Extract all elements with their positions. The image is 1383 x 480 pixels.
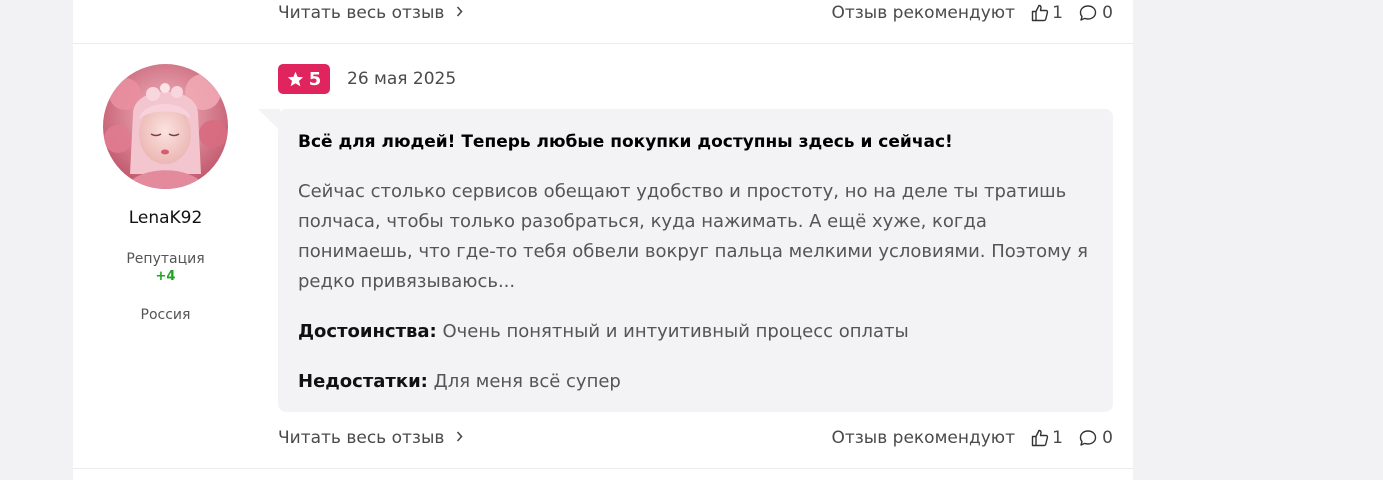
review-date: 26 мая 2025 xyxy=(347,69,457,89)
pros: Достоинства: Очень понятный и интуитивны… xyxy=(298,317,1093,347)
comment-icon xyxy=(1079,430,1097,446)
chevron-right-icon xyxy=(456,6,463,17)
divider xyxy=(73,468,1133,469)
read-more-link[interactable]: Читать весь отзыв xyxy=(278,0,463,26)
rating-badge: 5 xyxy=(278,64,330,94)
bubble-tail xyxy=(258,109,280,131)
user-avatar[interactable] xyxy=(103,64,228,189)
recommend-label: Отзыв рекомендуют xyxy=(831,3,1015,23)
cons: Недостатки: Для меня всё супер xyxy=(298,367,1093,397)
divider xyxy=(73,43,1133,44)
likes-count: 1 xyxy=(1052,3,1063,23)
reputation-value: +4 xyxy=(155,269,176,284)
star-icon xyxy=(287,71,303,87)
cons-text: Для меня всё супер xyxy=(433,371,621,392)
thumbs-up-icon xyxy=(1031,429,1049,447)
pros-label: Достоинства: xyxy=(298,321,437,342)
pros-text: Очень понятный и интуитивный процесс опл… xyxy=(442,321,909,342)
likes-count: 1 xyxy=(1052,428,1063,448)
rating-value: 5 xyxy=(308,68,322,90)
read-more-label: Читать весь отзыв xyxy=(278,428,445,448)
comments-button[interactable]: 0 xyxy=(1078,425,1113,451)
read-more-label: Читать весь отзыв xyxy=(278,3,445,23)
like-button[interactable]: 1 xyxy=(1030,425,1063,451)
recommend-label: Отзыв рекомендуют xyxy=(831,428,1015,448)
previous-review-footer: Читать весь отзыв Отзыв рекомендуют 1 0 xyxy=(278,0,1113,26)
review-title[interactable]: Всё для людей! Теперь любые покупки дост… xyxy=(298,129,1093,155)
review-card: Читать весь отзыв Отзыв рекомендуют 1 0 xyxy=(73,0,1133,480)
review-body: Сейчас столько сервисов обещают удобство… xyxy=(298,181,1088,292)
doll-avatar-icon xyxy=(103,64,228,189)
cons-label: Недостатки: xyxy=(298,371,428,392)
like-button[interactable]: 1 xyxy=(1030,0,1063,26)
read-more-link[interactable]: Читать весь отзыв xyxy=(278,425,463,451)
comments-button[interactable]: 0 xyxy=(1078,0,1113,26)
comments-count: 0 xyxy=(1102,428,1113,448)
review-footer: Читать весь отзыв Отзыв рекомендуют 1 0 xyxy=(278,425,1113,451)
comment-icon xyxy=(1079,5,1097,21)
username[interactable]: LenaK92 xyxy=(73,208,258,228)
comments-count: 0 xyxy=(1102,3,1113,23)
review-bubble[interactable]: Всё для людей! Теперь любые покупки дост… xyxy=(278,109,1113,412)
thumbs-up-icon xyxy=(1031,4,1049,22)
reputation-label: Репутация xyxy=(126,251,205,267)
chevron-right-icon xyxy=(456,431,463,442)
country: Россия xyxy=(140,307,191,323)
